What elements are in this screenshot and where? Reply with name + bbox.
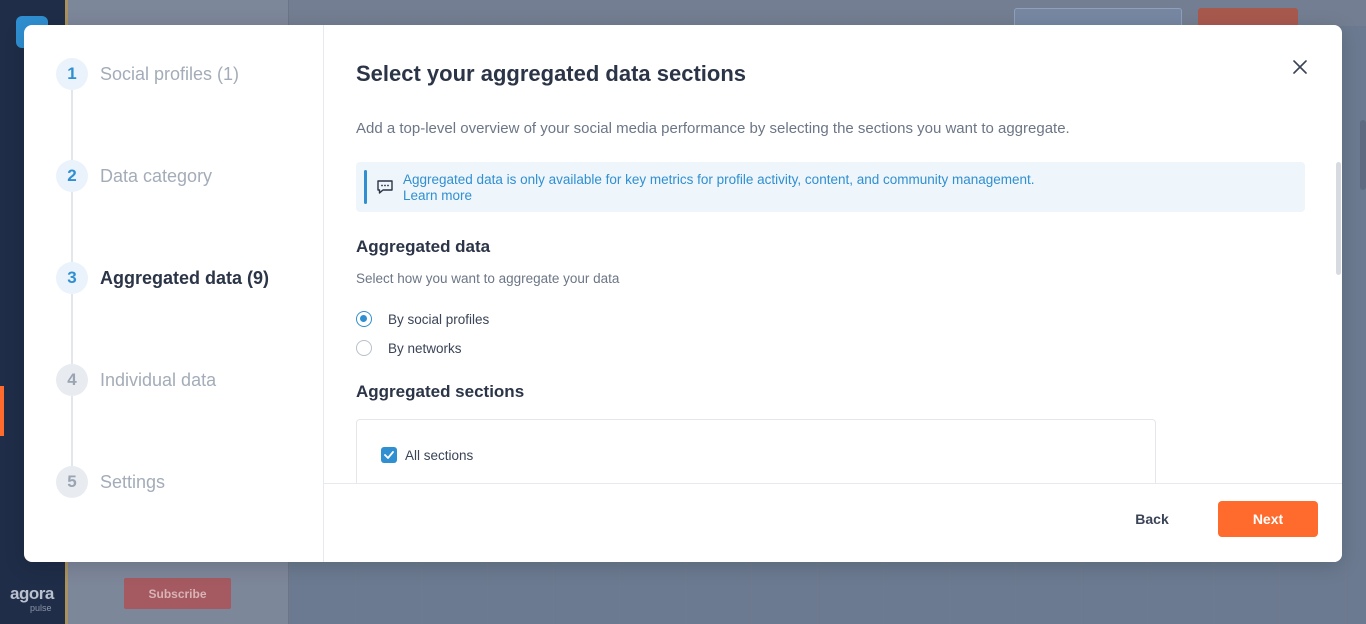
close-icon (1293, 60, 1307, 74)
all-sections-checkbox-row[interactable]: All sections (381, 447, 473, 463)
app-grid (289, 560, 1366, 624)
step-label: Aggregated data (9) (100, 267, 270, 288)
modal-title: Select your aggregated data sections (356, 61, 747, 86)
page-scrollbar (1360, 120, 1366, 190)
step-number: 4 (56, 364, 88, 396)
sections-list: All sections (356, 419, 1156, 483)
step-number: 3 (56, 262, 88, 294)
wizard-stepper: 1 Social profiles (1) 2 Data category 3 … (24, 25, 324, 562)
all-sections-label: All sections (405, 447, 474, 463)
app-topbar (289, 0, 1366, 30)
step-aggregated-data[interactable]: 3 Aggregated data (9) (56, 262, 269, 294)
close-button[interactable] (1288, 55, 1312, 79)
radio-button-selected[interactable] (356, 311, 372, 327)
step-label: Individual data (100, 369, 217, 390)
learn-more-link[interactable]: Learn more (403, 188, 472, 203)
radio-by-networks[interactable]: By networks (356, 340, 462, 356)
step-number: 5 (56, 466, 88, 498)
info-banner: Aggregated data is only available for ke… (356, 162, 1305, 212)
step-number: 2 (56, 160, 88, 192)
step-label: Data category (100, 165, 213, 186)
radio-label: By social profiles (388, 311, 490, 327)
content-scrollbar[interactable] (1336, 162, 1341, 275)
all-sections-checkbox[interactable] (381, 447, 397, 463)
step-individual-data: 4 Individual data (56, 364, 216, 396)
modal-footer: Back Next (324, 483, 1342, 562)
checkmark-icon (384, 451, 394, 459)
step-data-category[interactable]: 2 Data category (56, 160, 212, 192)
active-nav-indicator (0, 386, 4, 436)
step-label: Social profiles (1) (100, 63, 240, 84)
step-settings: 5 Settings (56, 466, 165, 498)
wizard-content: Select your aggregated data sections Add… (324, 25, 1342, 483)
report-wizard-modal: 1 Social profiles (1) 2 Data category 3 … (24, 25, 1342, 562)
info-message: Aggregated data is only available for ke… (403, 172, 1035, 187)
aggregated-data-subheading: Select how you want to aggregate your da… (356, 271, 620, 286)
radio-button[interactable] (356, 340, 372, 356)
step-label: Settings (100, 471, 166, 492)
back-button[interactable]: Back (1114, 501, 1190, 537)
radio-label: By networks (388, 340, 462, 356)
step-social-profiles[interactable]: 1 Social profiles (1) (56, 58, 239, 90)
subscribe-button: Subscribe (124, 578, 231, 609)
radio-by-social-profiles[interactable]: By social profiles (356, 311, 489, 327)
next-button[interactable]: Next (1218, 501, 1318, 537)
step-number: 1 (56, 58, 88, 90)
aggregated-data-heading: Aggregated data (356, 237, 491, 256)
intro-text: Add a top-level overview of your social … (356, 120, 1070, 137)
aggregated-sections-heading: Aggregated sections (356, 382, 525, 401)
brand-subname: pulse (30, 603, 52, 613)
chat-icon (377, 180, 393, 194)
info-banner-bar (364, 170, 367, 204)
brand-name: agora (10, 584, 54, 603)
